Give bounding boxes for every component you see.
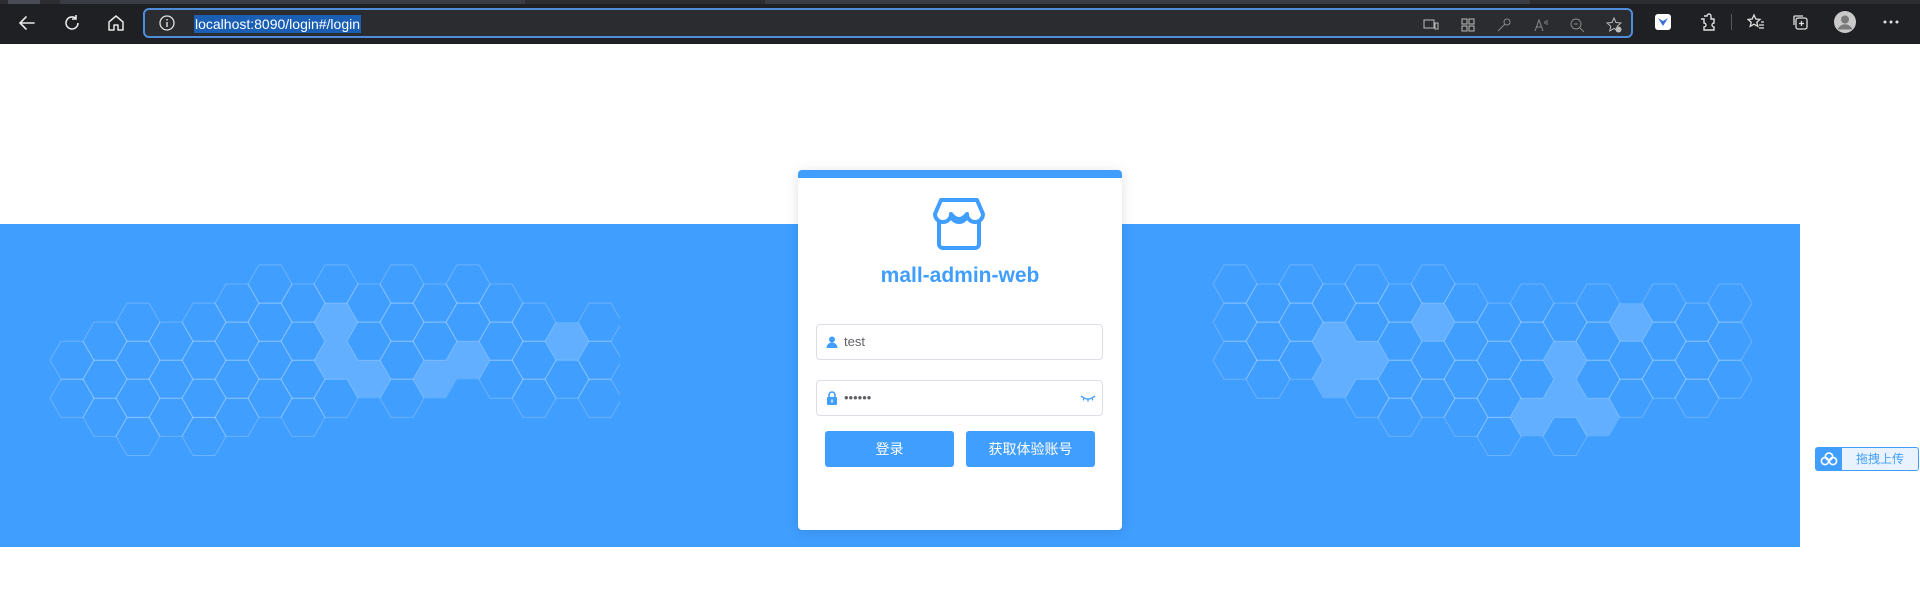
drag-upload-widget[interactable]: 拖拽上传 [1815,447,1919,471]
tab[interactable] [8,0,40,4]
username-value[interactable]: test [844,325,865,359]
hexagon-decoration [1674,378,1720,418]
lock-icon [827,391,837,405]
hexagon-decoration [1674,302,1720,342]
hexagon-decoration [1245,321,1291,361]
hexagon-decoration [1641,359,1687,399]
refresh-button[interactable] [58,9,86,37]
eye-closed-icon[interactable] [1080,392,1096,404]
tab-strip [0,0,1920,4]
home-icon [108,15,124,31]
login-card: mall-admin-web test •••••• 登录 获取体验账号 [798,170,1122,530]
hexagon-decoration [1410,340,1456,380]
drag-upload-label: 拖拽上传 [1856,452,1905,466]
hexagon-decoration [1476,340,1522,380]
hexagon-decoration [1443,397,1489,437]
password-field[interactable]: •••••• [816,380,1103,416]
hexagon-decoration [1377,397,1423,437]
tab[interactable] [765,0,1530,4]
user-icon [826,336,838,348]
hexagon-decoration [1543,341,1587,380]
hexagon-decoration [1212,302,1258,342]
hexagon-decoration [1212,340,1258,380]
address-bar[interactable]: localhost:8090/login#/login [143,8,1633,38]
hexagon-decoration [1443,359,1489,399]
hexagon-decoration [1674,340,1720,380]
device-icon[interactable] [1423,17,1439,33]
favorites-icon[interactable] [1745,11,1767,33]
hexagon-decoration [1245,283,1291,323]
back-button[interactable] [13,9,41,37]
more-icon[interactable] [1880,11,1902,33]
cloud-upload-icon [1816,448,1842,470]
username-field[interactable]: test [816,324,1103,360]
extension-blue-icon[interactable] [1652,11,1674,33]
key-icon[interactable] [1496,17,1512,33]
hexagon-decoration [1542,302,1588,342]
toolbar-divider [1731,14,1732,30]
hexagon-decoration [1608,340,1654,380]
url-text[interactable]: localhost:8090/login#/login [194,15,362,33]
password-value[interactable]: •••••• [844,381,871,415]
hexagon-decoration [1278,264,1324,304]
zoom-out-icon[interactable] [1569,17,1585,33]
tab[interactable] [60,0,525,4]
hexagon-decoration [1344,264,1390,304]
app-title: mall-admin-web [880,264,1040,287]
add-favorite-icon[interactable] [1606,17,1622,33]
profile-avatar[interactable] [1834,11,1856,33]
extensions-icon[interactable] [1696,11,1718,33]
shop-logo-icon [933,198,985,250]
collections-icon[interactable] [1789,11,1811,33]
apps-icon[interactable] [1460,17,1476,33]
back-icon [18,16,35,30]
hexagon-decoration [1707,359,1753,399]
hexagon-decoration [1311,283,1357,323]
hexagon-decoration [1410,264,1456,304]
hexagon-decoration [1411,303,1455,342]
refresh-icon [65,15,79,30]
home-button[interactable] [102,9,130,37]
read-aloud-icon[interactable] [1533,17,1549,33]
login-button[interactable]: 登录 [825,431,954,467]
hexagon-decoration [1476,302,1522,342]
hexagon-decoration [1245,359,1291,399]
hexagon-decoration [1212,264,1258,304]
hexagon-decoration [1609,303,1653,342]
trial-account-button[interactable]: 获取体验账号 [966,431,1095,467]
login-page: mall-admin-web test •••••• 登录 获取体验账号 拖拽上… [0,44,1920,592]
hexagon-decoration [1707,283,1753,323]
hexagon-decoration [1509,283,1555,323]
site-info-icon[interactable] [159,15,175,31]
hexagon-decoration [1410,378,1456,418]
hexagon-decoration [1707,321,1753,361]
browser-toolbar: localhost:8090/login#/login [0,0,1920,44]
